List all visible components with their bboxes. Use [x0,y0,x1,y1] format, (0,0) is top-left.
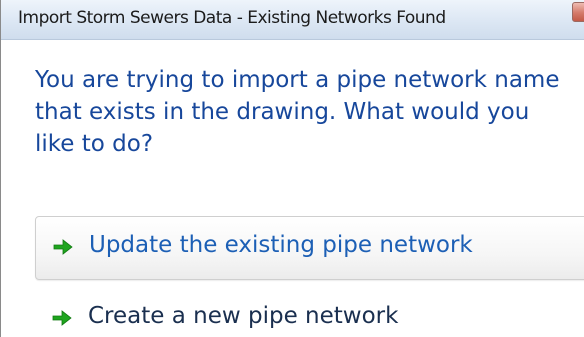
title-bar[interactable]: Import Storm Sewers Data - Existing Netw… [1,0,584,40]
green-arrow-icon [52,310,72,326]
main-instruction: You are trying to import a pipe network … [35,67,560,157]
dialog-title: Import Storm Sewers Data - Existing Netw… [18,8,446,28]
close-button[interactable] [572,2,584,22]
update-existing-network-label: Update the existing pipe network [89,232,473,258]
update-existing-network-option[interactable]: Update the existing pipe network [35,216,584,280]
create-new-network-label: Create a new pipe network [88,303,399,329]
window-border [0,0,1,337]
create-new-network-option[interactable]: Create a new pipe network [35,288,584,337]
dialog-window: Import Storm Sewers Data - Existing Netw… [0,0,584,337]
green-arrow-icon [53,239,73,255]
